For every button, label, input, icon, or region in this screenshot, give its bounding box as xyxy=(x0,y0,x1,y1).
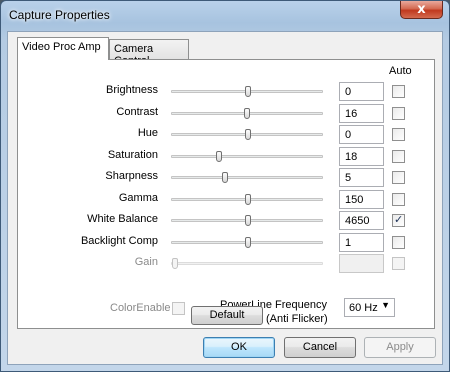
slider-thumb[interactable] xyxy=(245,215,251,226)
auto-checkbox[interactable] xyxy=(392,236,405,249)
auto-checkbox[interactable]: ✓ xyxy=(392,213,405,227)
property-slider[interactable] xyxy=(171,237,323,248)
auto-checkbox[interactable] xyxy=(392,107,405,120)
auto-checkbox[interactable] xyxy=(392,150,405,163)
dialog-client-area: Video Proc Amp Camera Control Auto Brigh… xyxy=(7,31,443,365)
property-value-field[interactable]: 1 xyxy=(339,233,384,252)
property-label: Hue xyxy=(137,127,158,139)
capture-properties-window: Capture Properties x Video Proc Amp Came… xyxy=(0,0,450,372)
color-enable-checkbox[interactable] xyxy=(172,302,185,315)
tab-video-proc-amp[interactable]: Video Proc Amp xyxy=(17,37,109,60)
property-label: Saturation xyxy=(107,149,158,161)
slider-thumb[interactable] xyxy=(244,108,250,119)
property-label: Backlight Comp xyxy=(80,235,158,247)
property-label: Sharpness xyxy=(105,170,158,182)
auto-column-header: Auto xyxy=(389,65,412,77)
checkmark-icon: ✓ xyxy=(394,213,404,226)
property-slider[interactable] xyxy=(171,86,323,97)
chevron-down-icon: ▼ xyxy=(381,300,390,310)
property-label: Gain xyxy=(134,256,158,268)
property-value-field[interactable]: 0 xyxy=(339,125,384,144)
slider-thumb[interactable] xyxy=(245,194,251,205)
property-value-field[interactable]: 16 xyxy=(339,104,384,123)
anti-flicker-label: (Anti Flicker) xyxy=(266,313,328,325)
cancel-button[interactable]: Cancel xyxy=(284,337,356,358)
video-proc-amp-panel: Auto Brightness 0 Contrast 16 Hue 0 Saturation… xyxy=(17,59,435,329)
property-value-field[interactable]: 0 xyxy=(339,82,384,101)
property-value-field[interactable]: 4650 xyxy=(339,211,384,230)
apply-button[interactable]: Apply xyxy=(364,337,436,358)
slider-thumb[interactable] xyxy=(172,258,178,269)
powerline-frequency-select[interactable]: 60 Hz ▼ xyxy=(344,298,395,317)
property-label: Gamma xyxy=(118,192,158,204)
slider-thumb[interactable] xyxy=(245,129,251,140)
property-slider[interactable] xyxy=(171,215,323,226)
window-title: Capture Properties xyxy=(9,8,110,22)
auto-checkbox[interactable] xyxy=(392,171,405,184)
auto-checkbox[interactable] xyxy=(392,257,405,270)
property-slider[interactable] xyxy=(171,151,323,162)
property-label: Contrast xyxy=(116,106,158,118)
ok-button[interactable]: OK xyxy=(203,337,275,358)
property-value-field[interactable] xyxy=(339,254,384,273)
property-value-field[interactable]: 5 xyxy=(339,168,384,187)
color-enable-label: ColorEnable xyxy=(110,302,171,314)
property-value-field[interactable]: 150 xyxy=(339,190,384,209)
property-slider[interactable] xyxy=(171,108,323,119)
property-slider[interactable] xyxy=(171,172,323,183)
property-label: Brightness xyxy=(106,84,158,96)
default-button[interactable]: Default xyxy=(191,306,263,325)
slider-thumb[interactable] xyxy=(245,237,251,248)
auto-checkbox[interactable] xyxy=(392,193,405,206)
title-bar[interactable]: Capture Properties x xyxy=(1,1,449,31)
property-slider[interactable] xyxy=(171,129,323,140)
slider-thumb[interactable] xyxy=(222,172,228,183)
powerline-frequency-value: 60 Hz xyxy=(349,302,378,314)
property-slider[interactable] xyxy=(171,194,323,205)
property-slider[interactable] xyxy=(171,258,323,269)
auto-checkbox[interactable] xyxy=(392,85,405,98)
auto-checkbox[interactable] xyxy=(392,128,405,141)
slider-thumb[interactable] xyxy=(245,86,251,97)
property-value-field[interactable]: 18 xyxy=(339,147,384,166)
tab-camera-control[interactable]: Camera Control xyxy=(109,39,189,67)
slider-thumb[interactable] xyxy=(216,151,222,162)
close-button[interactable]: x xyxy=(400,1,443,19)
property-label: White Balance xyxy=(87,213,158,225)
